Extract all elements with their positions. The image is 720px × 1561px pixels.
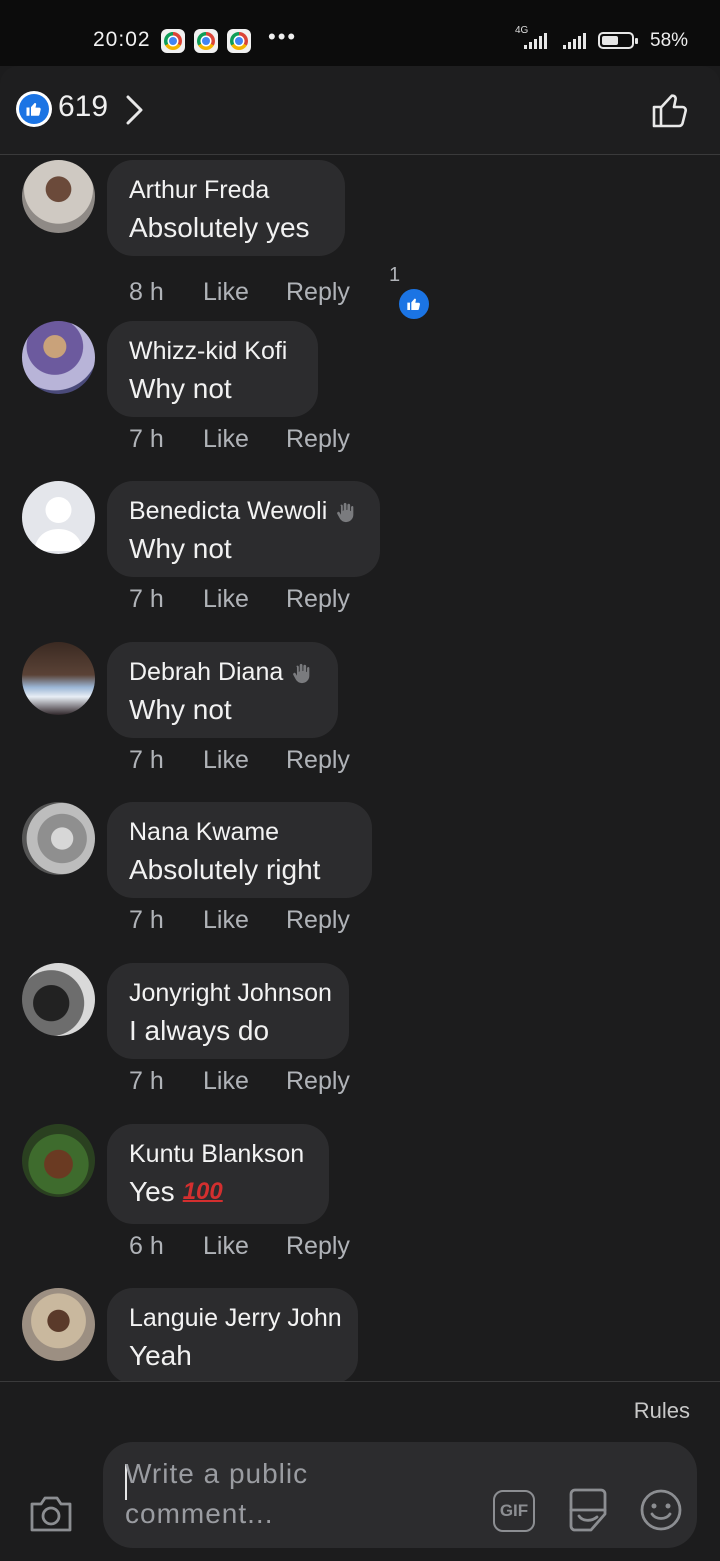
comment-bubble[interactable]: Languie Jerry John Yeah bbox=[107, 1288, 358, 1384]
avatar[interactable] bbox=[22, 1124, 95, 1197]
comment-author[interactable]: Jonyright Johnson bbox=[129, 975, 332, 1012]
chevron-right-icon[interactable] bbox=[122, 94, 146, 126]
reply-button[interactable]: Reply bbox=[286, 1232, 350, 1261]
like-button[interactable]: Like bbox=[203, 1067, 286, 1096]
comment-bubble[interactable]: Kuntu Blankson Yes 100 bbox=[107, 1124, 329, 1224]
like-button-icon[interactable] bbox=[650, 90, 690, 130]
more-notifications-icon: ••• bbox=[268, 24, 298, 49]
camera-icon[interactable] bbox=[28, 1494, 74, 1534]
avatar[interactable] bbox=[22, 1288, 95, 1361]
comment-bubble[interactable]: Benedicta Wewoli Why not bbox=[107, 481, 380, 577]
wave-badge-icon bbox=[337, 502, 354, 522]
hundred-points-emoji: 100 bbox=[182, 1178, 223, 1205]
signal-icon bbox=[563, 33, 586, 49]
comment-time: 7 h bbox=[129, 1067, 164, 1095]
signal-icon bbox=[524, 33, 547, 49]
like-button[interactable]: Like bbox=[203, 278, 286, 307]
comment-bubble[interactable]: Arthur Freda Absolutely yes bbox=[107, 160, 345, 256]
comment-text: I always do bbox=[129, 1015, 270, 1046]
comment-time: 7 h bbox=[129, 746, 164, 774]
reply-button[interactable]: Reply bbox=[286, 278, 389, 307]
comment-bubble[interactable]: Nana Kwame Absolutely right bbox=[107, 802, 372, 898]
chrome-notification-icon bbox=[227, 29, 251, 53]
comment-author[interactable]: Arthur Freda bbox=[129, 172, 323, 209]
comment-bubble[interactable]: Jonyright Johnson I always do bbox=[107, 963, 349, 1059]
avatar[interactable] bbox=[22, 963, 95, 1036]
comment-reactions[interactable]: 1 bbox=[389, 264, 431, 321]
reply-button[interactable]: Reply bbox=[286, 425, 350, 454]
comment-author-row: Benedicta Wewoli bbox=[129, 493, 358, 530]
battery-percent: 58% bbox=[650, 30, 689, 51]
comment-placeholder: Write a public comment... bbox=[125, 1458, 309, 1529]
comment-author[interactable]: Whizz-kid Kofi bbox=[129, 333, 296, 370]
comment-author[interactable]: Kuntu Blankson bbox=[129, 1136, 307, 1173]
comment-time: 7 h bbox=[129, 585, 164, 613]
comment-time: 8 h bbox=[129, 278, 164, 306]
sticker-icon[interactable] bbox=[565, 1486, 611, 1534]
reply-button[interactable]: Reply bbox=[286, 746, 350, 775]
chrome-notification-icon bbox=[194, 29, 218, 53]
comment-time: 7 h bbox=[129, 906, 164, 934]
gif-button[interactable]: GIF bbox=[493, 1490, 535, 1532]
comment-bubble[interactable]: Debrah Diana Why not bbox=[107, 642, 338, 738]
reply-button[interactable]: Reply bbox=[286, 906, 350, 935]
comment-text: Why not bbox=[129, 694, 232, 725]
reaction-total: 1 bbox=[389, 264, 401, 286]
comment-text: Why not bbox=[129, 373, 232, 404]
battery-icon bbox=[598, 32, 638, 49]
reply-button[interactable]: Reply bbox=[286, 1067, 350, 1096]
like-reaction-icon[interactable] bbox=[16, 91, 52, 127]
reaction-count[interactable]: 619 bbox=[58, 90, 108, 124]
avatar[interactable] bbox=[22, 802, 95, 875]
avatar[interactable] bbox=[22, 160, 95, 233]
comment-time: 7 h bbox=[129, 425, 164, 453]
status-bar: 20:02 ••• 4G 58% bbox=[0, 0, 720, 66]
comment-input[interactable]: Write a public comment... GIF bbox=[103, 1442, 697, 1548]
like-button[interactable]: Like bbox=[203, 746, 286, 775]
comment-text-row: Yes 100 bbox=[129, 1173, 307, 1211]
avatar[interactable] bbox=[22, 321, 95, 394]
comment-actions: 7 h Like Reply bbox=[129, 425, 350, 454]
comment-text: Absolutely yes bbox=[129, 212, 310, 243]
status-time: 20:02 bbox=[93, 28, 151, 51]
comment-actions: 7 h Like Reply bbox=[129, 906, 350, 935]
like-button[interactable]: Like bbox=[203, 906, 286, 935]
like-button[interactable]: Like bbox=[203, 425, 286, 454]
reactions-header: 619 bbox=[0, 66, 720, 155]
comment-actions: 8 h Like Reply 1 bbox=[129, 264, 431, 321]
emoji-icon[interactable] bbox=[639, 1488, 683, 1532]
comment-author[interactable]: Nana Kwame bbox=[129, 814, 350, 851]
comment-author[interactable]: Debrah Diana bbox=[129, 654, 283, 691]
comment-actions: 6 h Like Reply bbox=[129, 1232, 350, 1261]
like-button[interactable]: Like bbox=[203, 1232, 286, 1261]
avatar[interactable] bbox=[22, 642, 95, 715]
default-avatar-icon bbox=[34, 497, 83, 551]
comment-author[interactable]: Languie Jerry John bbox=[129, 1300, 342, 1337]
comment-text: Yeah bbox=[129, 1340, 192, 1371]
comment-text: Why not bbox=[129, 533, 232, 564]
comment-actions: 7 h Like Reply bbox=[129, 1067, 350, 1096]
like-reaction-icon bbox=[397, 287, 431, 321]
comment-author[interactable]: Benedicta Wewoli bbox=[129, 493, 327, 530]
wave-badge-icon bbox=[293, 663, 310, 683]
like-button[interactable]: Like bbox=[203, 585, 286, 614]
comment-text: Yes bbox=[129, 1176, 175, 1207]
comment-bubble[interactable]: Whizz-kid Kofi Why not bbox=[107, 321, 318, 417]
rules-link[interactable]: Rules bbox=[634, 1398, 690, 1424]
comment-author-row: Debrah Diana bbox=[129, 654, 316, 691]
comment-composer-bar: Rules Write a public comment... GIF bbox=[0, 1381, 720, 1561]
reply-button[interactable]: Reply bbox=[286, 585, 350, 614]
comment-time: 6 h bbox=[129, 1232, 164, 1260]
chrome-notification-icon bbox=[161, 29, 185, 53]
comment-actions: 7 h Like Reply bbox=[129, 585, 350, 614]
avatar[interactable] bbox=[22, 481, 95, 554]
comment-actions: 7 h Like Reply bbox=[129, 746, 350, 775]
comment-text: Absolutely right bbox=[129, 854, 321, 885]
